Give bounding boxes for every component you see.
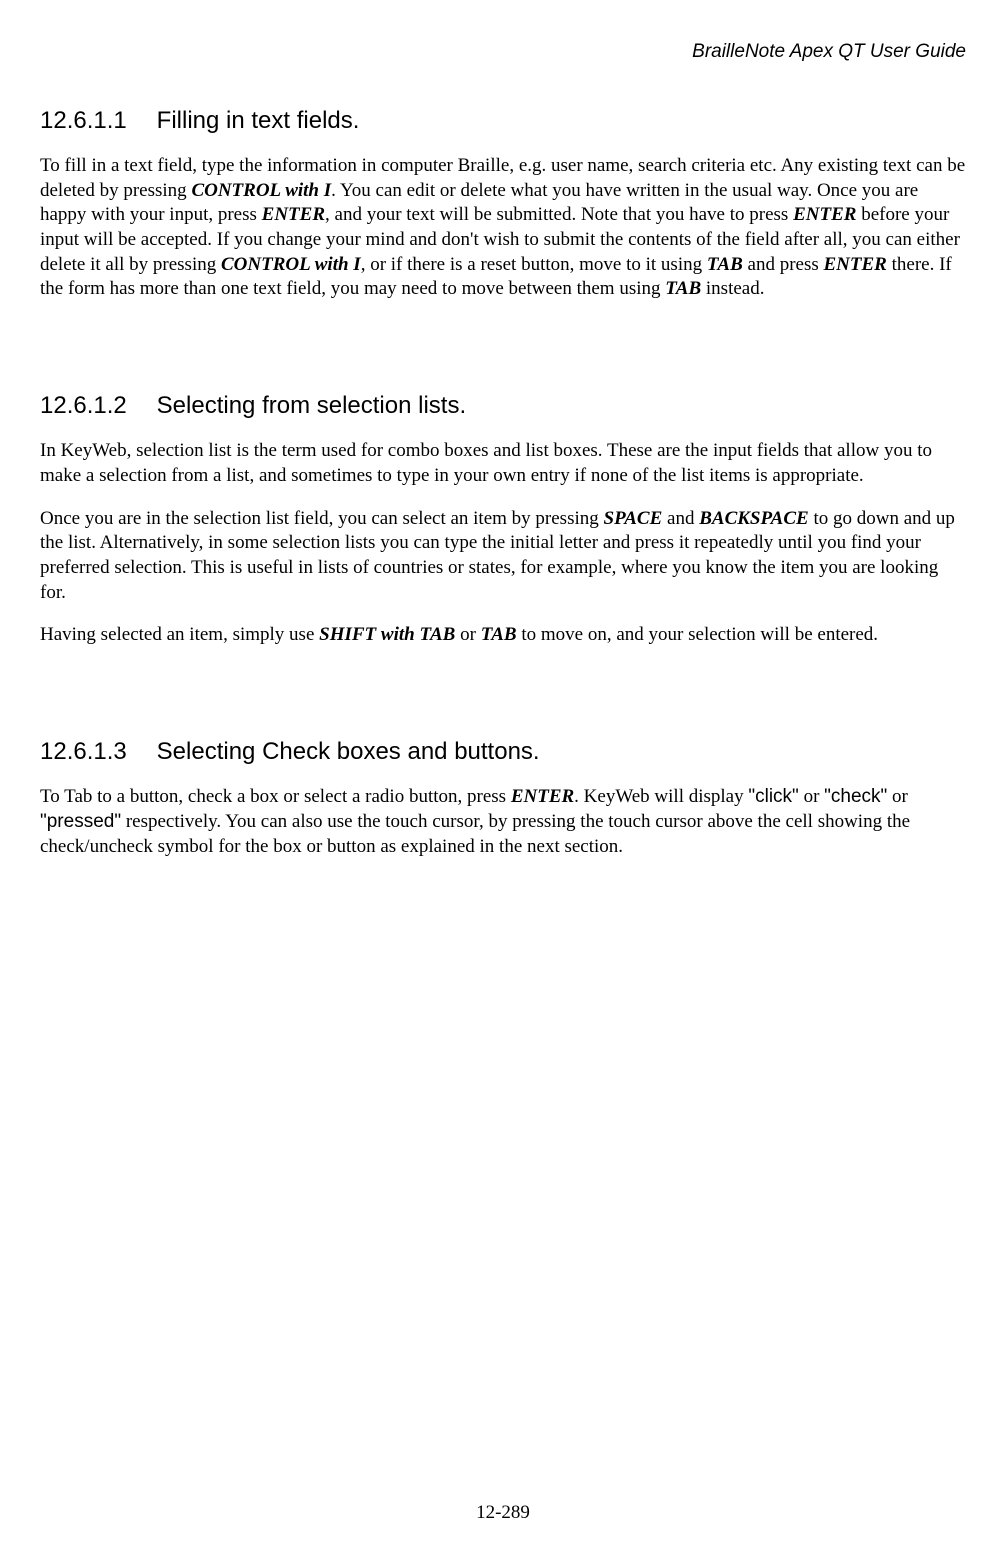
section-number: 12.6.1.1 bbox=[40, 105, 150, 136]
body-paragraph: Having selected an item, simply use SHIF… bbox=[40, 623, 966, 648]
text-run: or bbox=[799, 786, 824, 807]
text-run: Having selected an item, simply use bbox=[40, 624, 319, 645]
key-name: ENTER bbox=[511, 786, 574, 807]
section-number: 12.6.1.2 bbox=[40, 390, 150, 421]
text-run: and press bbox=[743, 254, 824, 275]
text-run: . KeyWeb will display bbox=[574, 786, 748, 807]
key-name: BACKSPACE bbox=[699, 508, 808, 529]
section-title: Selecting from selection lists. bbox=[157, 392, 466, 419]
key-name: ENTER bbox=[793, 204, 856, 225]
section-gap bbox=[40, 320, 966, 360]
text-run: , and your text will be submitted. Note … bbox=[325, 204, 793, 225]
section-heading: 12.6.1.3 Selecting Check boxes and butto… bbox=[40, 736, 966, 767]
text-run: or bbox=[887, 786, 908, 807]
display-term: "check" bbox=[824, 786, 887, 807]
section-gap bbox=[40, 666, 966, 706]
key-name: TAB bbox=[707, 254, 743, 275]
body-paragraph: Once you are in the selection list field… bbox=[40, 507, 966, 606]
text-run: or bbox=[455, 624, 480, 645]
text-run: To Tab to a button, check a box or selec… bbox=[40, 786, 511, 807]
key-name: TAB bbox=[665, 278, 701, 299]
section-title: Filling in text fields. bbox=[157, 107, 360, 134]
text-run: instead. bbox=[701, 278, 764, 299]
text-run: respectively. You can also use the touch… bbox=[40, 811, 910, 857]
section-number: 12.6.1.3 bbox=[40, 736, 150, 767]
content-area: 12.6.1.1 Filling in text fields. To fill … bbox=[40, 105, 966, 860]
section-title: Selecting Check boxes and buttons. bbox=[157, 738, 540, 765]
page-footer: 12-289 bbox=[0, 1501, 1006, 1526]
text-run: to move on, and your selection will be e… bbox=[517, 624, 878, 645]
key-name: SHIFT with TAB bbox=[319, 624, 455, 645]
body-paragraph: In KeyWeb, selection list is the term us… bbox=[40, 439, 966, 488]
key-name: CONTROL with I bbox=[191, 180, 331, 201]
text-run: In KeyWeb, selection list is the term us… bbox=[40, 440, 932, 486]
display-term: "pressed" bbox=[40, 811, 121, 832]
text-run: and bbox=[662, 508, 699, 529]
text-run: , or if there is a reset button, move to… bbox=[361, 254, 707, 275]
body-paragraph: To Tab to a button, check a box or selec… bbox=[40, 785, 966, 859]
display-term: "click" bbox=[748, 786, 798, 807]
key-name: ENTER bbox=[824, 254, 887, 275]
key-name: ENTER bbox=[262, 204, 325, 225]
section-heading: 12.6.1.1 Filling in text fields. bbox=[40, 105, 966, 136]
body-paragraph: To fill in a text field, type the inform… bbox=[40, 154, 966, 302]
text-run: Once you are in the selection list field… bbox=[40, 508, 604, 529]
key-name: CONTROL with I bbox=[221, 254, 361, 275]
key-name: SPACE bbox=[604, 508, 663, 529]
section-heading: 12.6.1.2 Selecting from selection lists. bbox=[40, 390, 966, 421]
page-header: BrailleNote Apex QT User Guide bbox=[40, 40, 966, 65]
key-name: TAB bbox=[481, 624, 517, 645]
